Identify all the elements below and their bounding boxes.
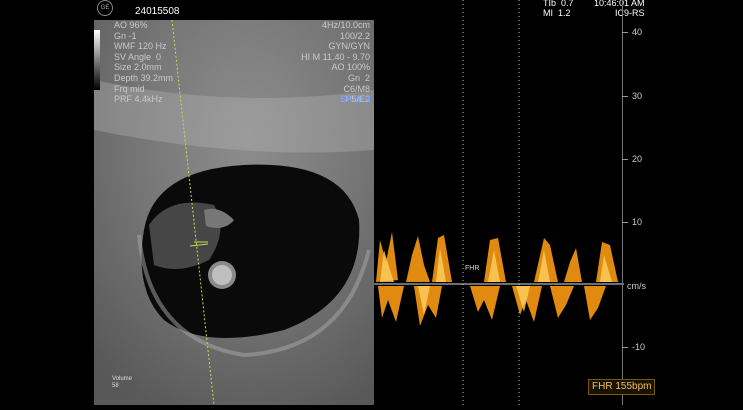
imaging-params: 4Hz/10.0cm 100/2.2 GYN/GYN HI M 11.40 - …	[301, 20, 370, 105]
tick-label: 20	[632, 154, 643, 164]
tick-label: 30	[632, 91, 643, 101]
grayscale-bar	[94, 30, 100, 90]
ge-logo: GE	[97, 0, 113, 16]
fhr-result: FHR 155bpm	[588, 379, 656, 395]
fhr-marker: FHR	[465, 265, 480, 272]
sri-label: SRI II 4	[339, 94, 370, 104]
doppler-params: AO 96% Gn -1 WMF 120 Hz SV Angle 0 Size …	[114, 20, 174, 105]
tick-label: 10	[632, 217, 643, 227]
volume-label: Volume 58	[112, 376, 133, 389]
velocity-axis: 40 30 20 10 -10	[622, 0, 743, 405]
patient-id: 24015508	[135, 6, 180, 17]
tick-label: 40	[632, 27, 643, 37]
velocity-unit: cm/s	[627, 281, 646, 291]
doppler-trace	[374, 0, 624, 405]
doppler-spectrum	[374, 0, 624, 405]
tick-label: -10	[632, 342, 646, 352]
